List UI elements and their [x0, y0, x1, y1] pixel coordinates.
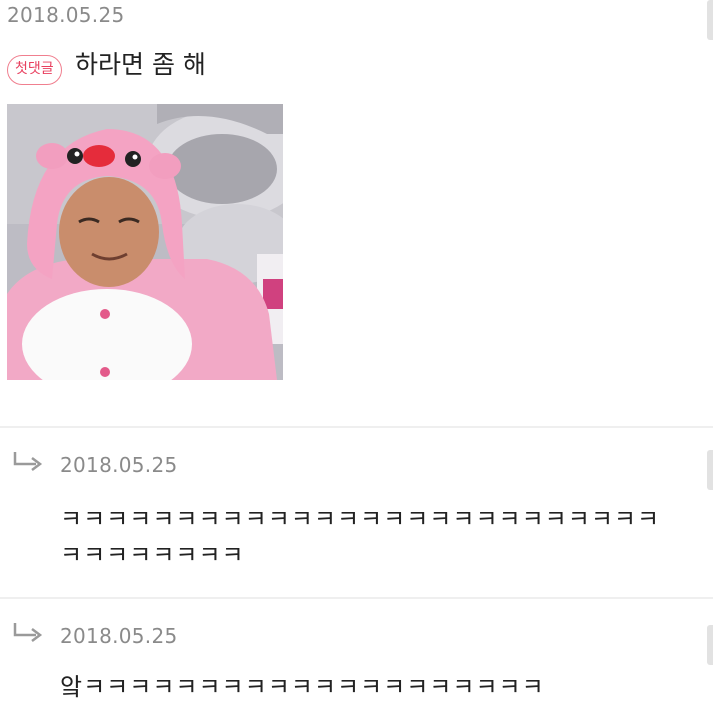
reply-arrow-icon [13, 452, 43, 471]
reply-text: 앜ㅋㅋㅋㅋㅋㅋㅋㅋㅋㅋㅋㅋㅋㅋㅋㅋㅋㅋㅋㅋ [60, 673, 545, 701]
pink-pig-costume-photo-icon [7, 104, 283, 380]
edge-marker [707, 0, 713, 40]
edge-marker [707, 625, 713, 665]
reply-text: ㅋㅋㅋㅋㅋㅋㅋㅋㅋㅋㅋㅋㅋㅋㅋㅋㅋㅋㅋㅋㅋㅋㅋㅋㅋㅋㅋㅋㅋㅋㅋㅋㅋㅋ [60, 505, 661, 569]
reply-date: 2018.05.25 [60, 624, 178, 648]
reply-item: 2018.05.25 앜ㅋㅋㅋㅋㅋㅋㅋㅋㅋㅋㅋㅋㅋㅋㅋㅋㅋㅋㅋㅋ [0, 599, 713, 719]
comment-text: 하라면 좀 해 [75, 50, 206, 79]
comment-image[interactable] [7, 104, 283, 380]
reply-item: 2018.05.25 ㅋㅋㅋㅋㅋㅋㅋㅋㅋㅋㅋㅋㅋㅋㅋㅋㅋㅋㅋㅋㅋㅋㅋㅋㅋㅋㅋㅋㅋ… [0, 428, 713, 597]
comment-post: 2018.05.25 첫댓글 하라면 좀 해 [0, 0, 713, 426]
first-comment-badge: 첫댓글 [7, 55, 62, 85]
edge-marker [707, 450, 713, 490]
reply-arrow-icon [13, 623, 43, 642]
comment-date: 2018.05.25 [7, 3, 125, 27]
reply-date: 2018.05.25 [60, 453, 178, 477]
